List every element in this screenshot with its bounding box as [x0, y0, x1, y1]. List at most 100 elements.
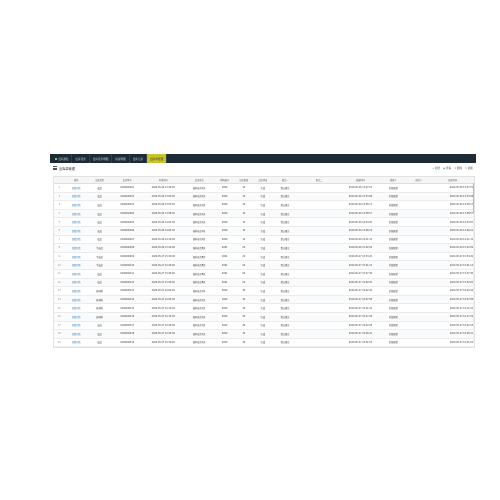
tab-0[interactable]: 出库通知: [52, 154, 73, 163]
cell-r1: 默认备注: [272, 278, 298, 288]
cell-mu: [406, 278, 432, 288]
action-label: 删除: [456, 167, 463, 170]
view-detail-link[interactable]: 查看详情: [64, 192, 88, 202]
tab-5[interactable]: 出库单管理: [147, 154, 168, 163]
cell-cu: 系统管理: [380, 338, 407, 347]
cell-type: 成品: [87, 269, 112, 279]
cell-ct: 2020-05-27 15:52:05: [340, 278, 381, 288]
cell-cu: 系统管理: [380, 217, 407, 227]
cell-mt: 2020-05-27 16:22:18: [431, 321, 474, 331]
cell-r1: 默认备注: [272, 338, 298, 347]
view-detail-link[interactable]: 查看详情: [64, 252, 88, 262]
table-row[interactable]: 17 查看详情 成品 1000000017 2020-05-27 16:20:00 原料仓…: [54, 321, 474, 331]
table-row[interactable]: 16 查看详情 原材料 1000000016 2020-05-27 16:15:00 原料…: [54, 312, 474, 322]
view-detail-link[interactable]: 查看详情: [64, 278, 88, 288]
table-row[interactable]: 7 查看详情 成品 1000000007 2020-05-26 14:10:00 原料仓库…: [54, 235, 474, 245]
view-detail-link[interactable]: 查看详情: [64, 260, 88, 270]
cell-date: 2020-05-26 15:20:00: [143, 243, 184, 253]
vertical-scrollbar[interactable]: [472, 183, 474, 343]
view-detail-link[interactable]: 查看详情: [64, 321, 88, 331]
table-row[interactable]: 3 查看详情 成品 1000000003 2020-05-26 13:55:00 原料仓库…: [54, 200, 474, 210]
cell-loc: 原料仓库B区: [183, 260, 216, 270]
cell-r2: [297, 278, 341, 288]
view-detail-link[interactable]: 查看详情: [64, 303, 88, 313]
view-detail-link[interactable]: 查看详情: [64, 286, 88, 296]
tab-label: 出库单管理: [150, 157, 164, 161]
cell-cu: 系统管理: [380, 183, 407, 193]
table-row[interactable]: 19 查看详情 成品 1000000019 2020-05-27 16:30:00 原料仓…: [54, 338, 474, 347]
cell-mu: [406, 226, 432, 236]
view-detail-link[interactable]: 查看详情: [64, 183, 88, 193]
cell-loc: 原料仓库A区: [183, 209, 216, 219]
view-detail-link[interactable]: 查看详情: [64, 200, 88, 210]
cell-loc: 原料仓库A区: [183, 226, 216, 236]
table-row[interactable]: 6 查看详情 成品 1000000006 2020-05-26 14:05:00 原料仓库…: [54, 226, 474, 236]
cell-r1: 默认备注: [272, 329, 298, 339]
cell-ct: 2020-05-26 13:53:08: [340, 192, 381, 202]
table-row[interactable]: 1 查看详情 成品 1000000001 2020-05-26 13:45:00 原料仓库…: [54, 183, 474, 193]
cell-no: 1000000003: [111, 200, 144, 210]
cell-qty: 10: [234, 200, 254, 210]
view-detail-link[interactable]: 查看详情: [64, 226, 88, 236]
cell-date: 2020-05-26 14:05:00: [143, 226, 184, 236]
cell-date: 2020-05-26 13:55:00: [143, 200, 184, 210]
list-icon: [53, 166, 57, 170]
table-row[interactable]: 9 查看详情 半成品 1000000009 2020-05-27 15:30:00 原料仓…: [54, 252, 474, 262]
action-1-button[interactable]: ◉ 查看: [443, 166, 451, 171]
cell-type: 原材料: [87, 295, 112, 305]
view-detail-link[interactable]: 查看详情: [64, 338, 88, 347]
cell-n: 13: [54, 286, 65, 296]
table-row[interactable]: 12 查看详情 成品 1000000012 2020-05-27 15:50:00 原料仓…: [54, 278, 474, 288]
cell-cu: 系统管理: [380, 260, 407, 270]
table-row[interactable]: 11 查看详情 成品 1000000011 2020-05-27 15:45:00 原料仓…: [54, 269, 474, 279]
view-detail-link[interactable]: 查看详情: [64, 243, 88, 253]
cell-cu: 系统管理: [380, 321, 407, 331]
view-detail-link[interactable]: 查看详情: [64, 329, 88, 339]
cell-ct: 2020-05-27 16:07:58: [340, 295, 381, 305]
table-row[interactable]: 15 查看详情 原材料 1000000015 2020-05-27 16:10:00 原料…: [54, 303, 474, 313]
cell-n: 14: [54, 295, 65, 305]
table-row[interactable]: 13 查看详情 原材料 1000000013 2020-05-27 16:00:00 原料…: [54, 286, 474, 296]
cell-cu: 系统管理: [380, 192, 407, 202]
tab-4[interactable]: 出库记录: [130, 154, 148, 163]
cell-loc: 原料仓库C区: [183, 286, 216, 296]
cell-n: 9: [54, 252, 65, 262]
view-detail-link[interactable]: 查看详情: [64, 235, 88, 245]
action-3-button[interactable]: ↻ 刷新: [465, 166, 473, 171]
action-0-button[interactable]: + 新增: [432, 166, 440, 171]
cell-date: 2020-05-27 16:15:00: [143, 312, 184, 322]
table-row[interactable]: 10 查看详情 半成品 1000000010 2020-05-27 15:40:00 原料…: [54, 260, 474, 270]
table-row[interactable]: 18 查看详情 成品 1000000018 2020-05-27 16:25:00 原料仓…: [54, 329, 474, 339]
view-detail-link[interactable]: 查看详情: [64, 295, 88, 305]
cell-mt: 2020-05-27 16:02:44: [431, 286, 474, 296]
tab-1[interactable]: 出库任务: [72, 154, 90, 163]
cell-r1: 默认备注: [272, 269, 298, 279]
table-row[interactable]: 5 查看详情 成品 1000000005 2020-05-26 14:02:00 原料仓库…: [54, 217, 474, 227]
cell-no: 1000000004: [111, 209, 144, 219]
cell-ct: 2020-05-27 15:41:14: [340, 260, 381, 270]
cell-code: 0001: [215, 260, 235, 270]
cell-type: 成品: [87, 329, 112, 339]
cell-n: 16: [54, 312, 65, 322]
cell-r1: 默认备注: [272, 252, 298, 262]
cell-cu: 系统管理: [380, 235, 407, 245]
cell-code: 0000: [215, 235, 235, 245]
view-detail-link[interactable]: 查看详情: [64, 217, 88, 227]
table-row[interactable]: 2 查看详情 成品 1000000002 2020-05-26 13:50:00 原料仓库…: [54, 192, 474, 202]
cell-status: 完成: [253, 286, 273, 296]
table-row[interactable]: 8 查看详情 半成品 1000000008 2020-05-26 15:20:00 原料仓…: [54, 243, 474, 253]
view-detail-link[interactable]: 查看详情: [64, 269, 88, 279]
table-row[interactable]: 14 查看详情 原材料 1000000014 2020-05-27 16:05:00 原料…: [54, 295, 474, 305]
tab-2[interactable]: 出库任务明细: [90, 154, 113, 163]
view-detail-link[interactable]: 查看详情: [64, 209, 88, 219]
action-2-button[interactable]: ✕ 删除: [454, 166, 463, 171]
home-icon: [55, 157, 57, 160]
cell-n: 8: [54, 243, 65, 253]
cell-type: 成品: [87, 235, 112, 245]
tab-3[interactable]: 拣货明细: [112, 154, 130, 163]
cell-r2: [297, 235, 341, 245]
cell-status: 完成: [253, 252, 273, 262]
cell-qty: 30: [234, 312, 254, 322]
table-row[interactable]: 4 查看详情 成品 1000000004 2020-05-26 13:58:00 原料仓库…: [54, 209, 474, 219]
view-detail-link[interactable]: 查看详情: [64, 312, 88, 322]
